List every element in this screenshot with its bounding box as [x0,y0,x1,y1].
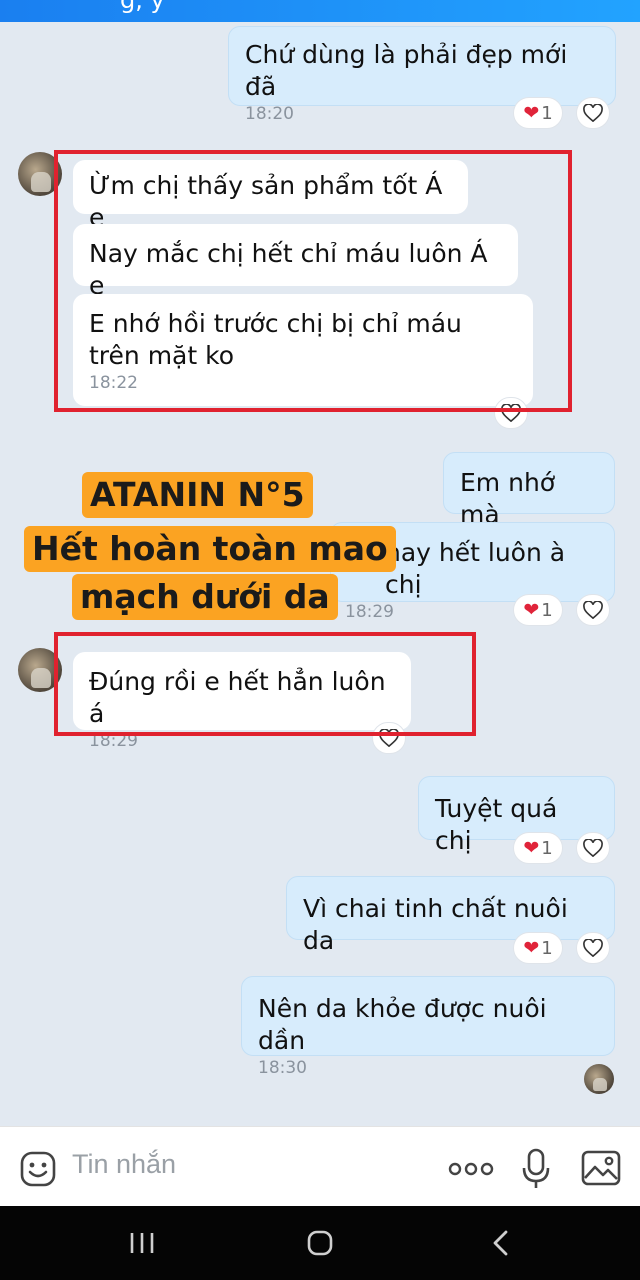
message-input[interactable]: Tin nhắn [72,1149,176,1180]
like-button[interactable] [576,932,610,964]
image-icon[interactable] [580,1149,622,1187]
reaction-count: 1 [541,837,553,859]
like-button[interactable] [576,832,610,864]
message-bubble-outgoing[interactable]: Nên da khỏe được nuôi dần 18:30 [241,976,615,1078]
message-time: 18:30 [258,1058,307,1078]
heart-outline-icon [583,601,603,619]
reaction-count-badge[interactable]: ❤ 1 [513,832,563,864]
reaction-count: 1 [541,599,553,621]
heart-outline-icon [583,839,603,857]
heart-filled-icon: ❤ [523,102,540,124]
message-bubble-outgoing[interactable]: Tuyệt quá chị [418,776,615,855]
highlight-box [54,632,476,736]
heart-filled-icon: ❤ [523,937,540,959]
recent-apps-icon[interactable] [122,1228,162,1258]
promo-label-line1: ATANIN N°5 [82,472,313,518]
system-nav-bar [0,1206,640,1280]
heart-outline-icon [583,104,603,122]
promo-label-line2: Hết hoàn toàn mao [24,526,396,572]
message-text: nay hết luôn à chị [385,538,566,599]
promo-label-line3: mạch dưới da [72,574,338,620]
more-icon[interactable] [446,1155,496,1183]
message-text: Nên da khỏe được nuôi dần [258,994,547,1055]
highlight-box [54,150,572,412]
reaction-count: 1 [541,102,553,124]
reaction-count-badge[interactable]: ❤ 1 [513,932,563,964]
microphone-icon[interactable] [518,1147,554,1191]
seen-avatar [584,1064,614,1094]
header-title: g, y [120,0,165,14]
reaction-count-badge[interactable]: ❤ 1 [513,594,563,626]
like-button[interactable] [576,97,610,129]
message-bubble-outgoing[interactable]: Vì chai tinh chất nuôi da [286,876,615,955]
heart-outline-icon [583,939,603,957]
reaction-count: 1 [541,937,553,959]
heart-filled-icon: ❤ [523,837,540,859]
message-text: Chứ dùng là phải đẹp mới đã [245,40,568,101]
message-bubble-outgoing[interactable]: Chứ dùng là phải đẹp mới đã 18:20 [228,26,616,124]
message-bubble-outgoing[interactable]: Em nhớ mà [443,452,615,529]
home-icon[interactable] [300,1226,340,1260]
emoji-icon[interactable] [18,1149,58,1189]
header-bar: g, y [0,0,640,22]
reaction-count-badge[interactable]: ❤ 1 [513,97,563,129]
like-button[interactable] [576,594,610,626]
heart-filled-icon: ❤ [523,599,540,621]
composer-bar: Tin nhắn [0,1126,640,1206]
back-icon[interactable] [482,1226,518,1260]
